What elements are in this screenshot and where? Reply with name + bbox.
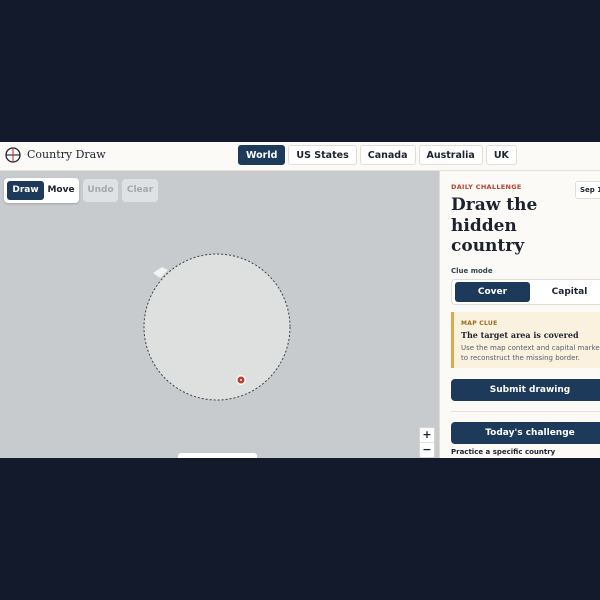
clue-mode-capital[interactable]: Capital <box>532 282 600 302</box>
cover-circle <box>143 253 291 401</box>
crosshair-globe-icon[interactable] <box>5 147 21 163</box>
page-title: Draw the hidden country <box>451 195 538 256</box>
clue-mode-toggle: Cover Capital <box>451 279 600 305</box>
map-canvas[interactable] <box>0 170 439 458</box>
capital-marker-dot <box>240 379 242 381</box>
clue-title: The target area is covered <box>461 330 579 340</box>
zoom-control: + − <box>419 427 435 458</box>
map-clue-card: MAP CLUE The target area is covered Use … <box>451 312 600 368</box>
clear-button[interactable]: Clear <box>122 179 158 202</box>
clue-mode-label: Clue mode <box>451 267 493 275</box>
practice-label: Practice a specific country <box>451 448 556 456</box>
brand-name[interactable]: Country Draw <box>27 148 106 161</box>
top-bar: Country Draw World US States Canada Aust… <box>0 142 600 171</box>
move-button[interactable]: Move <box>46 181 76 200</box>
region-tabs: World US States Canada Australia UK <box>238 145 517 165</box>
zoom-out-button[interactable]: − <box>420 443 434 457</box>
tab-world[interactable]: World <box>238 145 286 165</box>
clue-mode-cover[interactable]: Cover <box>455 282 530 302</box>
clue-body: Use the map context and capital marker t… <box>461 344 600 362</box>
todays-challenge-button[interactable]: Today's challenge <box>451 422 600 444</box>
tab-canada[interactable]: Canada <box>359 145 416 165</box>
zoom-in-button[interactable]: + <box>420 428 434 443</box>
date-badge: Sep 19 <box>575 181 600 199</box>
divider <box>451 411 600 412</box>
app-frame: Country Draw World US States Canada Aust… <box>0 142 600 458</box>
submit-drawing-button[interactable]: Submit drawing <box>451 379 600 401</box>
draw-mode-toggle: Draw Move <box>4 178 79 203</box>
map-bottom-control[interactable] <box>178 453 257 458</box>
tab-us-states[interactable]: US States <box>288 145 357 165</box>
undo-button[interactable]: Undo <box>83 179 118 202</box>
tab-uk[interactable]: UK <box>485 145 517 165</box>
side-panel: DAILY CHALLENGE Sep 19 Draw the hidden c… <box>439 171 600 458</box>
tab-australia[interactable]: Australia <box>418 145 483 165</box>
draw-button[interactable]: Draw <box>7 181 44 200</box>
clue-eyebrow: MAP CLUE <box>461 320 498 327</box>
challenge-eyebrow: DAILY CHALLENGE <box>451 183 522 191</box>
